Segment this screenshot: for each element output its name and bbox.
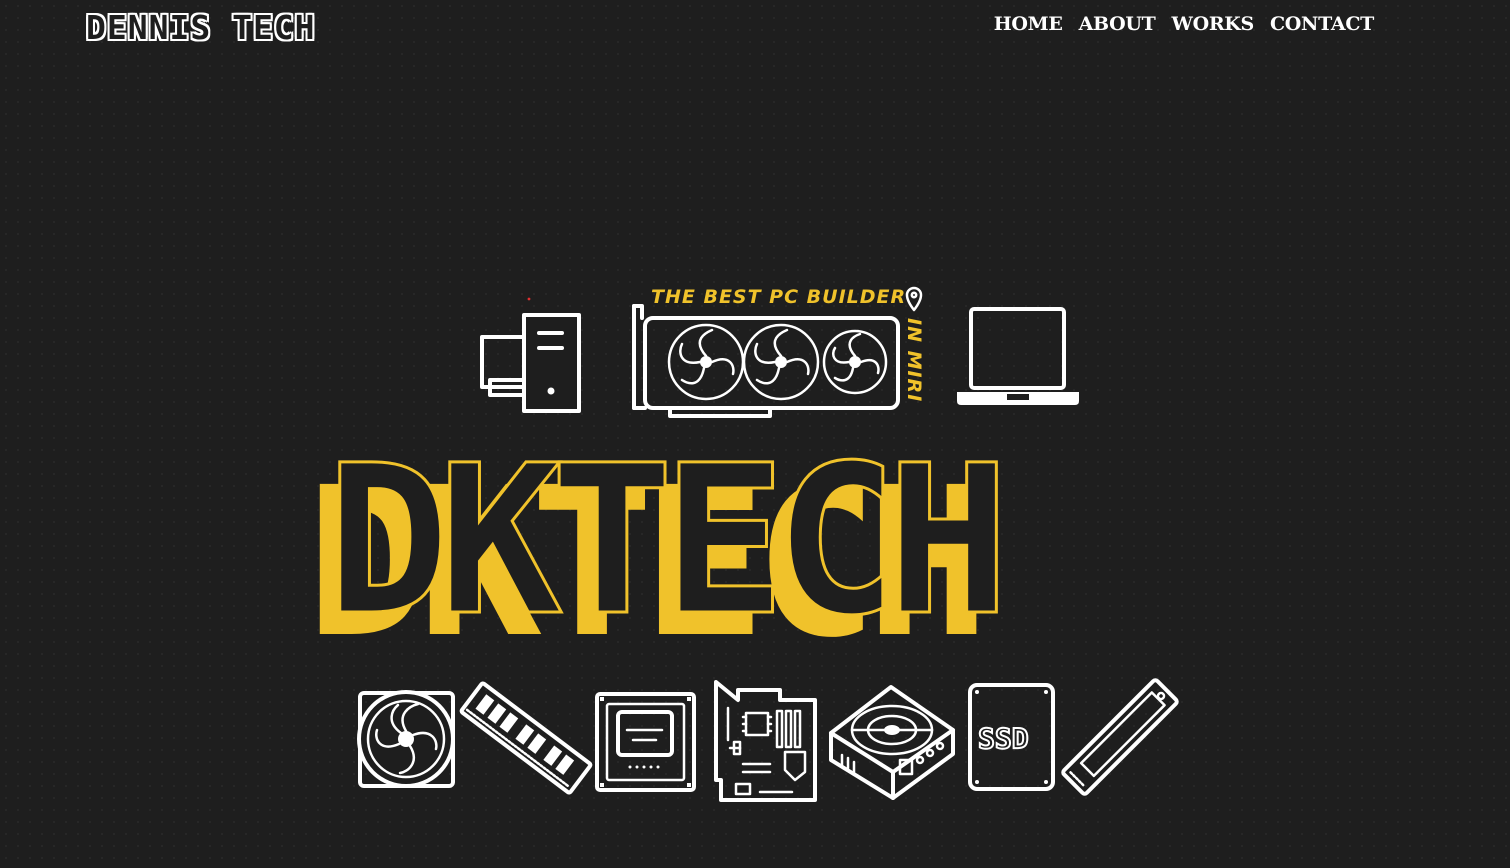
page: DENNIS TECH HOME ABOUT WORKS CONTACT THE… (0, 0, 1510, 868)
location-pin-icon (905, 286, 923, 312)
desktop-pc-icon (480, 297, 581, 413)
ssd-label: SSD (978, 722, 1029, 755)
hero-tagline: THE BEST PC BUILDER (651, 286, 906, 308)
power-supply-icon (829, 685, 955, 800)
motherboard-icon (714, 680, 817, 802)
cpu-icon (595, 692, 696, 792)
hero-location: IN MIRI (903, 318, 925, 402)
graphics-card-icon (632, 304, 900, 418)
laptop-icon (957, 307, 1079, 405)
dktech-logo: DKTECH DKTECH (306, 420, 1012, 684)
m2-ssd-icon (1061, 678, 1179, 796)
svg-text:DKTECH: DKTECH (326, 421, 998, 661)
ssd-icon: SSD (968, 683, 1055, 791)
hero-banner: THE BEST PC BUILDER IN MIRI DKTECH DKTEC… (306, 286, 1179, 802)
ram-stick-icon (459, 681, 593, 795)
case-fan-icon (357, 690, 455, 788)
